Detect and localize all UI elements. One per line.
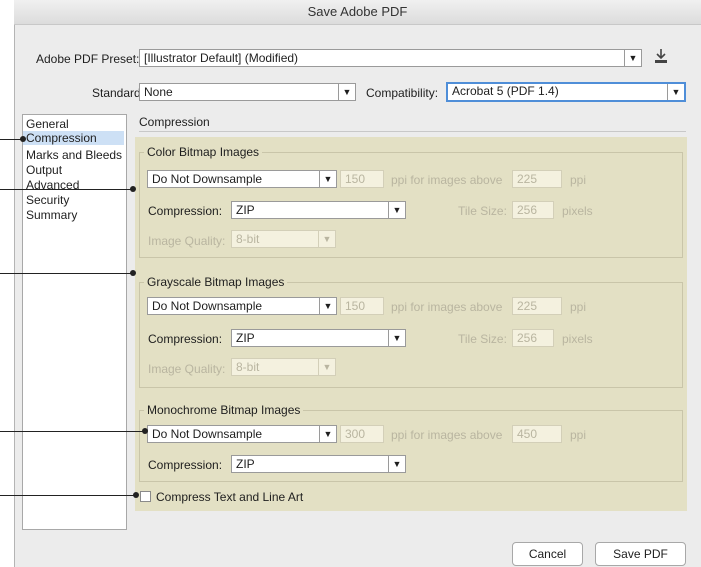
- chevron-down-icon: ▼: [319, 298, 336, 314]
- grayscale-ppi-above-label: ppi for images above: [391, 300, 503, 314]
- monochrome-group-title: Monochrome Bitmap Images: [144, 403, 304, 417]
- chevron-down-icon: ▼: [319, 171, 336, 187]
- callout-line: [0, 431, 147, 432]
- grayscale-group-title: Grayscale Bitmap Images: [144, 275, 288, 289]
- callout-line: [0, 273, 133, 274]
- sidebar-item-compression[interactable]: Compression: [23, 131, 124, 145]
- chevron-down-icon: ▼: [318, 231, 335, 247]
- color-ppi-above-field[interactable]: 225: [512, 170, 562, 188]
- color-ppi-field[interactable]: 150: [340, 170, 384, 188]
- grayscale-quality-dropdown[interactable]: 8-bit ▼: [231, 358, 336, 376]
- chevron-down-icon: ▼: [318, 359, 335, 375]
- monochrome-ppi-field[interactable]: 300: [340, 425, 384, 443]
- sidebar-item-general[interactable]: General: [26, 117, 69, 131]
- color-group-title: Color Bitmap Images: [144, 145, 263, 159]
- sidebar-item-summary[interactable]: Summary: [26, 208, 77, 222]
- save-pdf-button[interactable]: Save PDF: [595, 542, 686, 566]
- monochrome-compression-value: ZIP: [236, 457, 255, 471]
- callout-dot: [20, 136, 26, 142]
- color-compression-value: ZIP: [236, 203, 255, 217]
- color-quality-value: 8-bit: [236, 232, 260, 246]
- cancel-button[interactable]: Cancel: [512, 542, 583, 566]
- section-divider: [139, 131, 686, 132]
- monochrome-downsample-value: Do Not Downsample: [152, 427, 263, 441]
- chevron-down-icon: ▼: [388, 330, 405, 346]
- callout-dot: [130, 186, 136, 192]
- window-title: Save Adobe PDF: [14, 0, 701, 25]
- color-downsample-value: Do Not Downsample: [152, 172, 263, 186]
- grayscale-ppi-unit: ppi: [570, 300, 587, 314]
- compress-text-checkbox[interactable]: [140, 491, 151, 502]
- monochrome-compression-dropdown[interactable]: ZIP ▼: [231, 455, 406, 473]
- sidebar-item-marks-and-bleeds[interactable]: Marks and Bleeds: [26, 148, 122, 162]
- grayscale-tile-field[interactable]: 256: [512, 329, 554, 347]
- grayscale-downsample-value: Do Not Downsample: [152, 299, 263, 313]
- monochrome-downsample-dropdown[interactable]: Do Not Downsample ▼: [147, 425, 337, 443]
- color-compression-dropdown[interactable]: ZIP ▼: [231, 201, 406, 219]
- standard-label: Standard:: [92, 86, 145, 100]
- standard-value: None: [144, 85, 173, 99]
- chevron-down-icon: ▼: [338, 84, 355, 100]
- chevron-down-icon: ▼: [624, 50, 641, 66]
- chevron-down-icon: ▼: [319, 426, 336, 442]
- callout-dot: [130, 270, 136, 276]
- callout-dot: [142, 428, 148, 434]
- callout-line: [0, 189, 133, 190]
- preset-dropdown[interactable]: [Illustrator Default] (Modified) ▼: [139, 49, 642, 67]
- section-title: Compression: [139, 115, 210, 129]
- chevron-down-icon: ▼: [388, 202, 405, 218]
- grayscale-tile-unit: pixels: [562, 332, 593, 346]
- color-tile-label: Tile Size:: [458, 204, 507, 218]
- monochrome-ppi-above-label: ppi for images above: [391, 428, 503, 442]
- monochrome-ppi-unit: ppi: [570, 428, 587, 442]
- grayscale-downsample-dropdown[interactable]: Do Not Downsample ▼: [147, 297, 337, 315]
- color-quality-dropdown[interactable]: 8-bit ▼: [231, 230, 336, 248]
- color-quality-label: Image Quality:: [148, 234, 226, 248]
- chevron-down-icon: ▼: [667, 84, 684, 100]
- grayscale-compression-dropdown[interactable]: ZIP ▼: [231, 329, 406, 347]
- sidebar-item-security[interactable]: Security: [26, 193, 69, 207]
- monochrome-ppi-above-field[interactable]: 450: [512, 425, 562, 443]
- grayscale-compression-label: Compression:: [148, 332, 223, 346]
- grayscale-quality-value: 8-bit: [236, 360, 260, 374]
- sidebar-item-output[interactable]: Output: [26, 163, 62, 177]
- save-preset-icon[interactable]: [652, 47, 670, 65]
- compatibility-dropdown[interactable]: Acrobat 5 (PDF 1.4) ▼: [446, 82, 686, 102]
- grayscale-ppi-field[interactable]: 150: [340, 297, 384, 315]
- color-ppi-above-label: ppi for images above: [391, 173, 503, 187]
- preset-label: Adobe PDF Preset:: [36, 52, 140, 66]
- grayscale-quality-label: Image Quality:: [148, 362, 226, 376]
- standard-dropdown[interactable]: None ▼: [139, 83, 356, 101]
- color-compression-label: Compression:: [148, 204, 223, 218]
- chevron-down-icon: ▼: [388, 456, 405, 472]
- color-tile-field[interactable]: 256: [512, 201, 554, 219]
- compatibility-label: Compatibility:: [366, 86, 439, 100]
- grayscale-compression-value: ZIP: [236, 331, 255, 345]
- compress-text-label: Compress Text and Line Art: [156, 490, 304, 504]
- monochrome-compression-label: Compression:: [148, 458, 223, 472]
- color-ppi-unit: ppi: [570, 173, 587, 187]
- grayscale-ppi-above-field[interactable]: 225: [512, 297, 562, 315]
- color-tile-unit: pixels: [562, 204, 593, 218]
- compatibility-value: Acrobat 5 (PDF 1.4): [452, 84, 559, 98]
- preset-value: [Illustrator Default] (Modified): [144, 51, 299, 65]
- grayscale-tile-label: Tile Size:: [458, 332, 507, 346]
- callout-line: [0, 495, 138, 496]
- callout-dot: [133, 492, 139, 498]
- color-downsample-dropdown[interactable]: Do Not Downsample ▼: [147, 170, 337, 188]
